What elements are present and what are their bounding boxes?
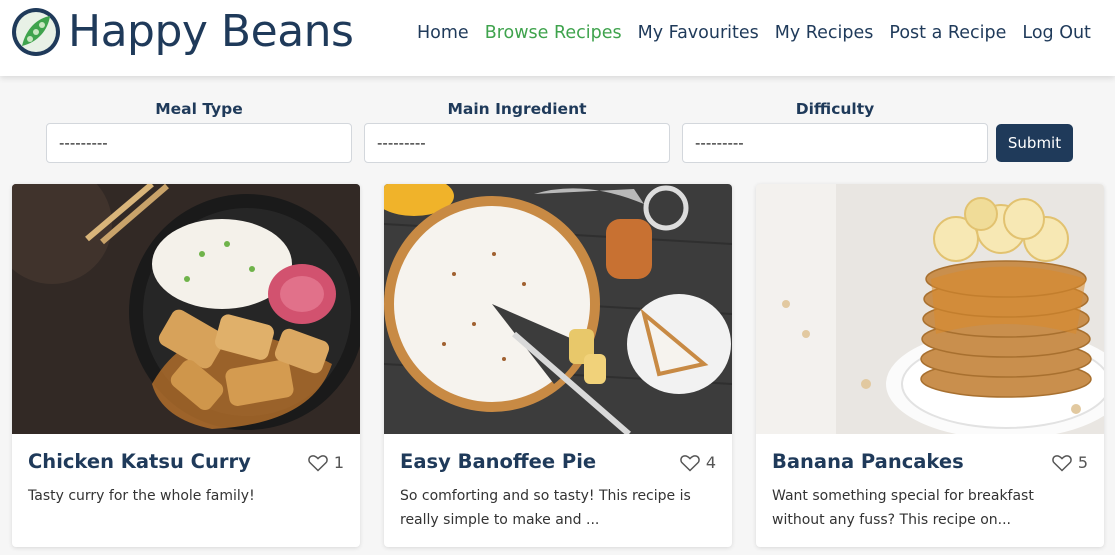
heart-icon[interactable] — [680, 454, 700, 472]
bean-pod-logo-icon — [12, 8, 60, 56]
nav-my-recipes[interactable]: My Recipes — [775, 22, 874, 44]
chicken-katsu-curry-image[interactable] — [12, 184, 360, 434]
recipe-card[interactable]: Banana Pancakes 5 Want something special… — [756, 184, 1104, 547]
main-ingredient-select[interactable]: --------- — [364, 123, 670, 163]
nav-log-out[interactable]: Log Out — [1022, 22, 1091, 44]
like-counter[interactable]: 5 — [1052, 453, 1088, 472]
recipe-title[interactable]: Chicken Katsu Curry — [28, 450, 251, 473]
meal-type-select[interactable]: --------- — [46, 123, 352, 163]
nav-browse-recipes[interactable]: Browse Recipes — [485, 22, 622, 44]
difficulty-select[interactable]: --------- — [682, 123, 988, 163]
nav-home[interactable]: Home — [417, 22, 469, 44]
like-counter[interactable]: 4 — [680, 453, 716, 472]
recipe-description: Want something special for breakfast wit… — [772, 488, 1034, 528]
heart-icon[interactable] — [1052, 454, 1072, 472]
like-count: 1 — [333, 453, 344, 472]
filter-bar: Meal Type --------- Main Ingredient ----… — [46, 98, 1076, 166]
easy-banoffee-pie-image[interactable] — [384, 184, 732, 434]
recipe-description: So comforting and so tasty! This recipe … — [400, 488, 691, 528]
like-count: 5 — [1077, 453, 1088, 472]
recipe-title[interactable]: Easy Banoffee Pie — [400, 450, 596, 473]
main-ingredient-label: Main Ingredient — [447, 100, 587, 118]
brand[interactable]: Happy Beans — [10, 6, 354, 58]
meal-type-label: Meal Type — [155, 100, 243, 118]
nav-post-recipe[interactable]: Post a Recipe — [889, 22, 1006, 44]
banana-pancakes-image[interactable] — [756, 184, 1104, 434]
recipe-description: Tasty curry for the whole family! — [28, 488, 255, 504]
difficulty-label: Difficulty — [795, 100, 875, 118]
like-count: 4 — [705, 453, 716, 472]
recipe-title[interactable]: Banana Pancakes — [772, 450, 964, 473]
navbar: Happy Beans Home Browse Recipes My Favou… — [0, 0, 1115, 76]
submit-button[interactable]: Submit — [996, 124, 1073, 162]
brand-name: Happy Beans — [68, 6, 354, 57]
like-counter[interactable]: 1 — [308, 453, 344, 472]
recipe-card[interactable]: Chicken Katsu Curry 1 Tasty curry for th… — [12, 184, 360, 547]
nav-my-favourites[interactable]: My Favourites — [638, 22, 759, 44]
main-nav: Home Browse Recipes My Favourites My Rec… — [417, 22, 1091, 44]
recipe-card[interactable]: Easy Banoffee Pie 4 So comforting and so… — [384, 184, 732, 547]
heart-icon[interactable] — [308, 454, 328, 472]
